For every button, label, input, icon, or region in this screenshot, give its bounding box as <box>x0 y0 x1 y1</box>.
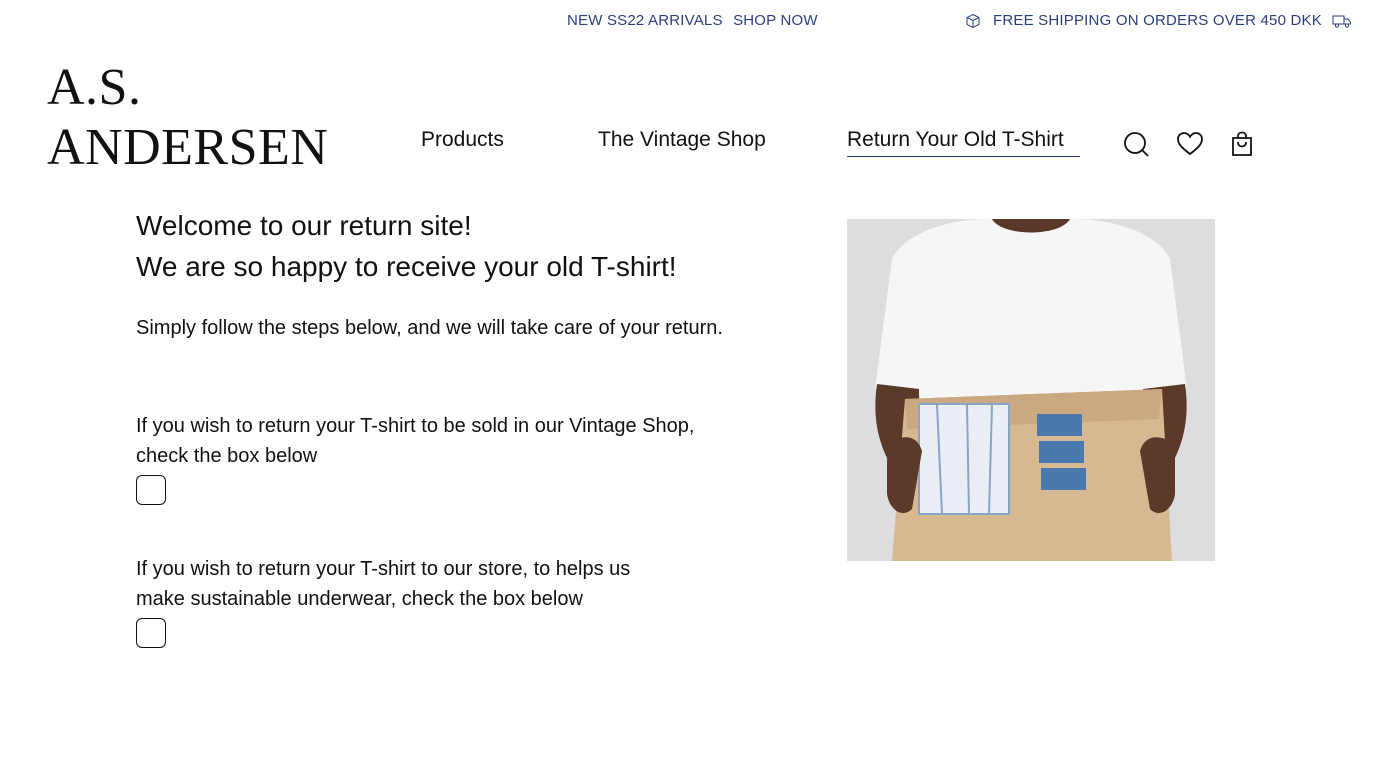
vintage-shop-checkbox[interactable] <box>136 475 166 505</box>
welcome-line-1: Welcome to our return site! <box>136 210 472 241</box>
promo-banner: NEW SS22 ARRIVALS SHOP NOW <box>567 12 818 29</box>
brand-logo-line2: ANDERSEN <box>47 119 329 176</box>
photo-illustration <box>847 219 1215 561</box>
truck-icon <box>1332 15 1351 28</box>
nav-item-return-tshirt[interactable]: Return Your Old T-Shirt <box>847 128 1080 157</box>
underwear-option-label: If you wish to return your T-shirt to ou… <box>136 554 716 614</box>
underwear-option: If you wish to return your T-shirt to ou… <box>136 554 716 648</box>
vintage-shop-option-line-1: If you wish to return your T-shirt to be… <box>136 415 695 437</box>
vintage-shop-option-label: If you wish to return your T-shirt to be… <box>136 411 796 471</box>
person-holding-box-photo <box>847 219 1215 561</box>
shop-now-link[interactable]: SHOP NOW <box>733 12 818 29</box>
nav-item-vintage-shop[interactable]: The Vintage Shop <box>598 128 766 156</box>
shipping-notice: FREE SHIPPING ON ORDERS OVER 450 DKK <box>965 12 1352 29</box>
welcome-line-2: We are so happy to receive your old T-sh… <box>136 251 677 282</box>
announcement-bar: NEW SS22 ARRIVALS SHOP NOW FREE SHIPPING… <box>0 0 1400 44</box>
brand-logo[interactable]: A.S. ANDERSEN <box>47 58 328 178</box>
heart-icon[interactable] <box>1176 130 1204 158</box>
search-icon[interactable] <box>1122 130 1150 158</box>
shipping-text: FREE SHIPPING ON ORDERS OVER 450 DKK <box>993 12 1322 29</box>
promo-text: NEW SS22 ARRIVALS <box>567 12 723 29</box>
intro-text: Simply follow the steps below, and we wi… <box>136 317 723 339</box>
package-icon <box>966 13 980 28</box>
underwear-option-line-1: If you wish to return your T-shirt to ou… <box>136 558 631 580</box>
underwear-option-line-2: make sustainable underwear, check the bo… <box>136 588 583 610</box>
return-content: Welcome to our return site! We are so ha… <box>136 205 816 648</box>
vintage-shop-option: If you wish to return your T-shirt to be… <box>136 411 796 505</box>
shopping-bag-icon[interactable] <box>1228 130 1256 158</box>
vintage-shop-option-line-2: check the box below <box>136 445 318 467</box>
brand-logo-line1: A.S. <box>47 59 142 116</box>
welcome-heading: Welcome to our return site! We are so ha… <box>136 205 816 287</box>
nav-item-products[interactable]: Products <box>421 128 504 156</box>
underwear-checkbox[interactable] <box>136 618 166 648</box>
